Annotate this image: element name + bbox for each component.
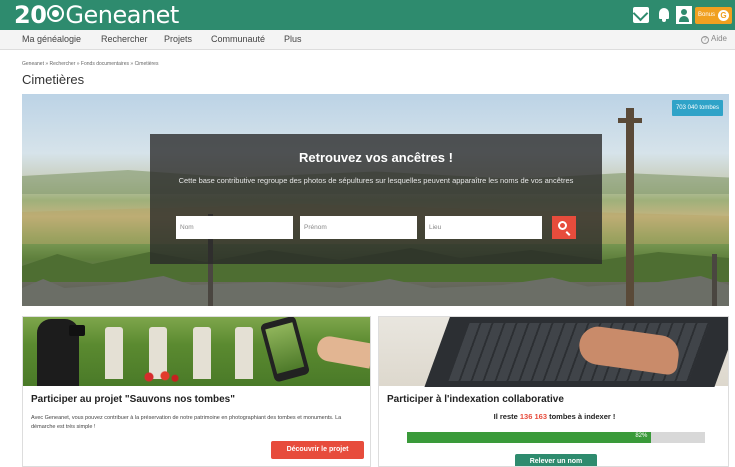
search-description: Cette base contributive regroupe des pho…	[178, 176, 574, 185]
headstone	[193, 327, 211, 379]
logo-text: Geneanet	[65, 1, 179, 29]
search-button[interactable]	[552, 216, 576, 239]
main-nav: Ma généalogie Rechercher Projets Communa…	[0, 30, 735, 50]
help-label: Aide	[710, 34, 727, 43]
search-icon	[558, 221, 567, 230]
nav-ma-genealogie[interactable]: Ma généalogie	[22, 34, 81, 44]
progress-label: 82%	[635, 433, 648, 439]
top-header: 20 Geneanet Bonus G	[0, 0, 735, 30]
tombs-count-badge: 703 040 tombes	[671, 100, 723, 116]
premium-label: Bonus	[698, 12, 716, 18]
project-text: Avec Geneanet, vous pouvez contribuer à …	[31, 415, 342, 430]
prenom-input[interactable]	[300, 216, 417, 239]
logo-number: 20	[14, 1, 47, 29]
geneanet-logo[interactable]: 20 Geneanet	[14, 2, 179, 28]
flowers	[141, 371, 181, 383]
project-card: Participer au projet "Sauvons nos tombes…	[22, 316, 371, 467]
remaining-prefix: Il reste	[493, 412, 520, 421]
indexation-photo	[379, 317, 728, 387]
globe-icon	[47, 5, 65, 22]
lieu-input[interactable]	[425, 216, 542, 239]
nom-input[interactable]	[176, 216, 293, 239]
smartphone	[259, 317, 311, 383]
nav-projets[interactable]: Projets	[164, 34, 192, 44]
bell-icon[interactable]	[656, 7, 672, 23]
indexation-card: Participer à l'indexation collaborative …	[378, 316, 729, 467]
mail-icon[interactable]	[633, 7, 649, 23]
remaining-number: 136 163	[519, 412, 548, 421]
breadcrumb[interactable]: Geneanet » Rechercher » Fonds documentai…	[22, 61, 158, 67]
indexation-progress-bar: 82%	[407, 432, 705, 443]
premium-badge[interactable]: Bonus G	[695, 7, 732, 24]
relever-nom-button[interactable]: Relever un nom	[515, 454, 597, 466]
search-panel: Retrouvez vos ancêtres ! Cette base cont…	[150, 134, 602, 264]
progress-fill: 82%	[407, 432, 652, 443]
headstone	[235, 327, 253, 379]
stone-cross-arm	[618, 118, 642, 123]
remaining-suffix: tombes à indexer !	[547, 412, 616, 421]
hero-banner: 703 040 tombes Retrouvez vos ancêtres ! …	[22, 94, 729, 306]
user-icon[interactable]	[676, 6, 692, 24]
page-title: Cimetières	[22, 72, 85, 87]
remaining-text: Il reste 136 163 tombes à indexer !	[379, 412, 728, 421]
nav-communaute[interactable]: Communauté	[211, 34, 265, 44]
help-icon: ?	[700, 36, 709, 44]
search-title: Retrouvez vos ancêtres !	[299, 150, 453, 165]
project-photo	[23, 317, 370, 386]
discover-project-button[interactable]: Découvrir le projet	[271, 441, 364, 459]
camera-icon	[69, 325, 85, 336]
help-link[interactable]: ? Aide	[700, 34, 727, 44]
stone-cross	[626, 108, 634, 306]
headstone	[105, 327, 123, 379]
nav-plus[interactable]: Plus	[284, 34, 302, 44]
indexation-title: Participer à l'indexation collaborative	[387, 394, 564, 405]
coin-icon: G	[718, 10, 729, 21]
nav-rechercher[interactable]: Rechercher	[101, 34, 148, 44]
hand	[315, 334, 370, 369]
project-title: Participer au projet "Sauvons nos tombes…	[31, 394, 235, 405]
grave-cross	[712, 254, 717, 306]
